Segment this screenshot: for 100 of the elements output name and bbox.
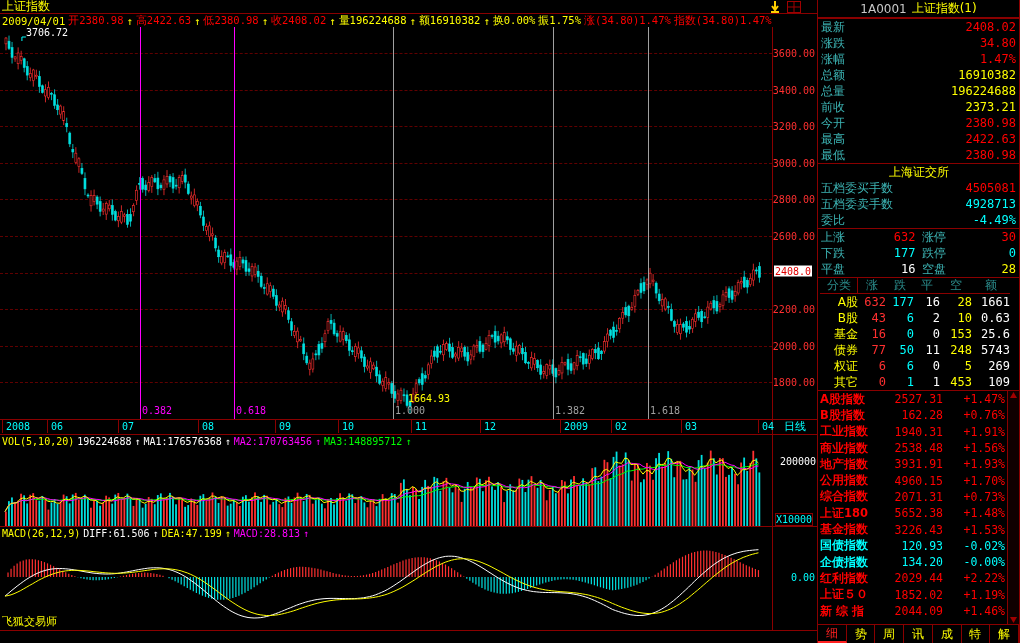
table-cell-text: 77 <box>870 342 886 358</box>
index-name[interactable]: 基金指数 <box>820 522 884 537</box>
quote-value: 2373.21 <box>965 100 1016 114</box>
quote-value: 2380.98 <box>965 148 1016 162</box>
date-axis-label: 07 <box>118 420 135 433</box>
column-header: 平 <box>914 278 940 294</box>
current-price-tag: 2408.0 <box>774 265 813 277</box>
index-change: +2.22% <box>962 571 1005 586</box>
date-axis-label: 2008 <box>2 420 31 433</box>
price-axis-label: 3400.00 <box>772 84 815 96</box>
category-name: B股 <box>836 310 858 326</box>
table-cell-text: 28 <box>956 294 972 310</box>
order-value: 4928713 <box>965 197 1016 211</box>
fibonacci-label: 0.382 <box>142 405 173 416</box>
window-icon[interactable] <box>787 0 801 13</box>
legend-value: VOL(5,10,20) <box>2 436 75 447</box>
high-price-label: 3706.72 <box>26 27 69 38</box>
quote-label: 最高 <box>821 130 845 148</box>
index-name[interactable]: 综合指数 <box>820 489 884 505</box>
up-arrow-icon: ↑ <box>405 436 412 447</box>
table-cell-text: 5 <box>963 358 972 374</box>
index-name[interactable]: 地产指数 <box>820 456 884 472</box>
category-name: 其它 <box>833 374 858 390</box>
breadth-value: 30 <box>1001 230 1016 244</box>
up-arrow-icon: ↑ <box>409 14 416 27</box>
macd-axis-label: 0.00 <box>790 571 815 583</box>
index-name[interactable]: 商业指数 <box>820 440 884 456</box>
panel-tab[interactable]: 细 <box>818 625 847 643</box>
table-cell-text: 1661 <box>980 294 1010 310</box>
quote-value: 16910382 <box>958 68 1016 82</box>
fibonacci-label: 0.618 <box>236 405 267 416</box>
quote-label: 最低 <box>821 146 845 164</box>
index-name[interactable]: 新 综 指 <box>820 603 884 619</box>
scroll-up-icon[interactable] <box>1009 391 1018 399</box>
order-label: 五档委卖手数 <box>821 195 893 213</box>
quote-label: 总额 <box>821 66 845 84</box>
index-change: +1.47% <box>962 392 1005 407</box>
index-name[interactable]: 国债指数 <box>820 538 884 554</box>
index-value: 2527.31 <box>893 392 943 407</box>
index-name[interactable]: A股指数 <box>820 391 884 407</box>
index-value: 5652.38 <box>893 506 943 521</box>
index-value: 2044.09 <box>893 604 943 618</box>
index-value: 2538.48 <box>893 441 943 456</box>
breadth-label: 上涨 <box>821 228 845 246</box>
table-cell-text: 0 <box>931 326 940 342</box>
quote-label: 今开 <box>821 114 845 132</box>
index-name[interactable]: 工业指数 <box>820 424 884 440</box>
date-axis-label: 11 <box>411 420 428 433</box>
column-header: 空 <box>940 278 972 294</box>
legend-value: 196224688 <box>77 436 132 447</box>
price-axis-label: 3000.00 <box>772 157 815 169</box>
index-name[interactable]: 上证５０ <box>820 587 884 603</box>
quote-info: 指数(34.80)1.47% <box>673 13 772 28</box>
scrollbar[interactable] <box>1007 391 1019 624</box>
quote-info: 开2380.98 <box>68 13 124 28</box>
table-cell-text: 632 <box>863 294 886 310</box>
legend-value: MA3:148895712 <box>324 436 403 447</box>
date-axis-label: 08 <box>198 420 215 433</box>
quote-info: 2009/04/01 <box>2 14 66 27</box>
quote-label: 涨跌 <box>821 34 845 52</box>
column-header: 涨 <box>858 278 886 294</box>
date-axis-label: 09 <box>275 420 292 433</box>
price-axis-label: 2000.00 <box>772 340 815 352</box>
index-value: 2029.44 <box>893 571 943 586</box>
index-change: +1.93% <box>962 457 1005 472</box>
quote-info: 高2422.63 <box>135 13 192 28</box>
index-value: 162.28 <box>900 408 943 423</box>
quote-value: 2408.02 <box>965 20 1016 34</box>
table-cell-text: 0 <box>931 358 940 374</box>
table-cell-text: 0 <box>905 326 914 342</box>
breadth-label: 涨停 <box>921 228 946 246</box>
date-axis-label: 06 <box>47 420 64 433</box>
quote-info: 收2408.02 <box>271 13 327 28</box>
index-name[interactable]: 红利指数 <box>820 570 884 586</box>
legend-value: MA1:176576368 <box>143 436 222 447</box>
order-value: -4.49% <box>972 213 1016 227</box>
quote-value: 2380.98 <box>965 116 1016 130</box>
table-cell-text: 6 <box>877 358 886 374</box>
index-name[interactable]: 上证180 <box>820 505 884 521</box>
category-name: A股 <box>836 294 858 310</box>
quote-label: 前收 <box>821 98 845 116</box>
up-arrow-icon: ↑ <box>483 14 490 27</box>
index-value: 3226.43 <box>893 522 943 537</box>
index-name[interactable]: 企债指数 <box>820 554 884 570</box>
brand-name: 飞狐交易师 <box>2 614 57 629</box>
quote-info: 涨(34.80)1.47% <box>583 13 671 28</box>
quote-info: 振1.75% <box>538 13 581 28</box>
category-name: 权证 <box>833 358 858 374</box>
table-cell-text: 6 <box>905 358 914 374</box>
quote-value: 196224688 <box>950 84 1016 98</box>
up-arrow-icon: ↑ <box>261 14 268 27</box>
quote-label: 最新 <box>821 18 845 36</box>
index-name[interactable]: 公用指数 <box>820 473 884 489</box>
breadth-value: 632 <box>893 230 916 244</box>
download-icon[interactable] <box>769 0 781 13</box>
index-value: 2071.31 <box>893 489 943 504</box>
index-name[interactable]: B股指数 <box>820 407 884 423</box>
category-name: 基金 <box>833 326 858 342</box>
table-cell-text: 16 <box>924 294 940 310</box>
table-cell-text: 43 <box>870 310 886 326</box>
